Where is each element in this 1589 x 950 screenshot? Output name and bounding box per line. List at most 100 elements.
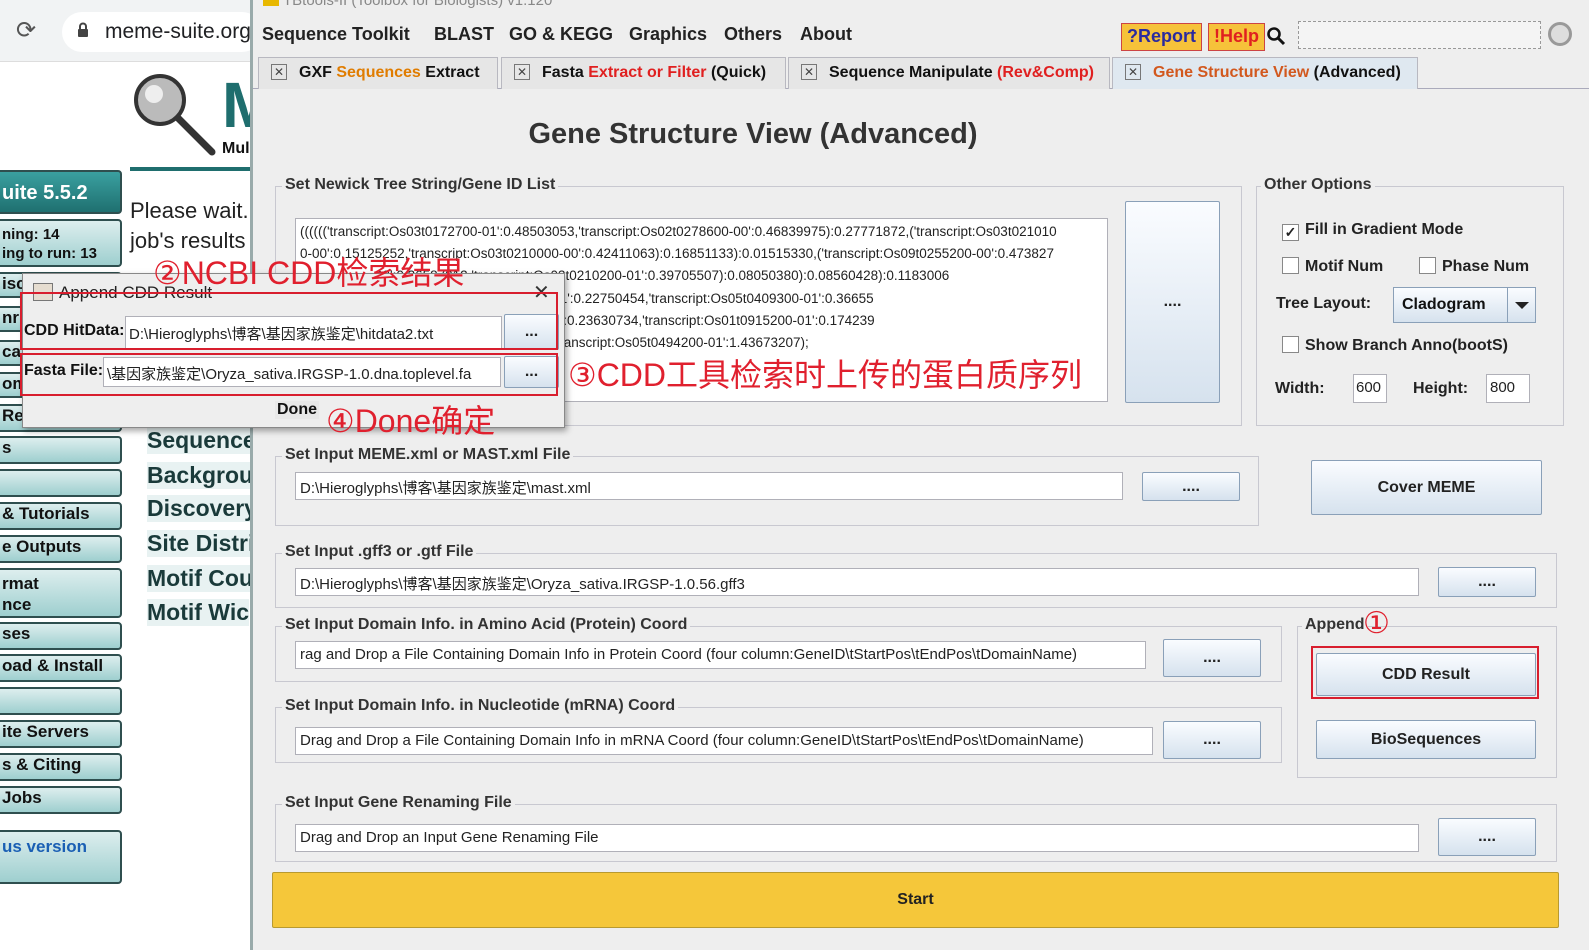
queue-status: ning: 14 ing to run: 13 — [0, 219, 122, 267]
width-input[interactable]: 600 — [1353, 374, 1387, 403]
side-item[interactable]: ite Servers — [0, 720, 122, 748]
side-item[interactable]: ses — [0, 622, 122, 650]
newick-legend: Set Newick Tree String/Gene ID List — [282, 176, 559, 194]
section-link[interactable]: Backgrou — [147, 462, 254, 489]
rename-file-input[interactable]: Drag and Drop an Input Gene Renaming Fil… — [295, 824, 1419, 852]
branch-anno-checkbox[interactable]: Show Branch Anno(bootS) — [1282, 336, 1508, 355]
gradient-checkbox[interactable]: ✓ Fill in Gradient Mode — [1282, 221, 1463, 241]
section-link[interactable]: Site Distri — [147, 530, 255, 557]
tab-gxf-extract[interactable]: ✕ GXF Sequences Extract — [258, 57, 498, 89]
side-item[interactable]: s — [0, 436, 122, 464]
aa-domain-legend: Set Input Domain Info. in Amino Acid (Pr… — [282, 616, 691, 634]
reload-icon[interactable]: ⟳ — [16, 16, 36, 45]
menu-blast[interactable]: BLAST — [434, 24, 494, 45]
tab-label: Extract — [420, 64, 480, 81]
phase-num-checkbox[interactable]: Phase Num — [1419, 257, 1529, 276]
tree-layout-select[interactable]: Cladogram — [1393, 287, 1536, 323]
aa-domain-input[interactable]: rag and Drop a File Containing Domain In… — [295, 641, 1146, 669]
close-icon[interactable]: ✕ — [271, 64, 287, 80]
tab-sequence-manipulate[interactable]: ✕ Sequence Manipulate (Rev&Comp) — [788, 57, 1110, 89]
tab-label: Extract or Filter — [588, 64, 707, 81]
highlight-fasta — [20, 353, 558, 396]
biosequences-button[interactable]: BioSequences — [1316, 720, 1536, 759]
height-input[interactable]: 800 — [1486, 374, 1530, 403]
side-item-format[interactable]: rmat nce — [0, 568, 122, 618]
tab-gene-structure-view[interactable]: ✕ Gene Structure View (Advanced) — [1112, 57, 1418, 89]
newick-browse-button[interactable]: .... — [1125, 201, 1220, 403]
append-legend: Append — [1302, 616, 1368, 634]
side-item-label: nce — [2, 595, 32, 614]
checkmark-icon: ✓ — [1282, 224, 1299, 241]
logo-rule — [130, 167, 260, 171]
browser-window: ⟳ meme-suite.org M Mul uite 5.5.2 ning: … — [0, 0, 260, 950]
start-button[interactable]: Start — [272, 872, 1559, 928]
menu-others[interactable]: Others — [724, 24, 782, 45]
section-link[interactable]: Motif Wic — [147, 599, 249, 626]
tab-label: GXF — [299, 64, 337, 81]
wait-message: Please wait. — [130, 198, 249, 223]
nt-domain-legend: Set Input Domain Info. in Nucleotide (mR… — [282, 697, 679, 715]
side-item[interactable]: e Outputs — [0, 535, 122, 563]
checkbox-label: Fill in Gradient Mode — [1305, 221, 1464, 238]
done-button[interactable]: Done — [275, 401, 319, 419]
gff-browse-button[interactable]: .... — [1438, 567, 1536, 597]
tree-layout-label: Tree Layout: — [1276, 295, 1372, 312]
menu-go-kegg[interactable]: GO & KEGG — [509, 24, 613, 45]
nt-domain-browse-button[interactable]: .... — [1163, 721, 1261, 759]
chevron-down-icon[interactable] — [1507, 288, 1535, 322]
tab-fasta-extract[interactable]: ✕ Fasta Extract or Filter (Quick) — [501, 57, 786, 89]
report-button[interactable]: ?Report — [1121, 23, 1202, 51]
meme-browse-button[interactable]: .... — [1142, 472, 1240, 501]
app-icon — [263, 0, 279, 6]
help-button[interactable]: !Help — [1208, 23, 1265, 51]
aa-domain-browse-button[interactable]: .... — [1163, 639, 1261, 677]
close-icon[interactable]: ✕ — [801, 64, 817, 80]
settings-icon[interactable] — [1548, 22, 1572, 46]
tab-label: (Advanced) — [1309, 64, 1401, 81]
suite-version-label[interactable]: uite 5.5.2 — [0, 170, 122, 214]
window-title: TBtools-II (Toolbox for Biologists) v1.1… — [283, 0, 553, 9]
close-icon[interactable]: ✕ — [1125, 64, 1141, 80]
annotation-step-4: ④Done确定 — [326, 403, 496, 439]
rename-browse-button[interactable]: .... — [1438, 818, 1536, 856]
checkbox-label: Show Branch Anno(bootS) — [1305, 337, 1508, 354]
annotation-step-1: ① — [1363, 607, 1390, 640]
tbtools-window: TBtools-II (Toolbox for Biologists) v1.1… — [250, 0, 1589, 950]
search-input[interactable] — [1298, 21, 1541, 49]
close-icon[interactable]: ✕ — [514, 64, 530, 80]
gff-file-input[interactable]: D:\Hieroglyphs\博客\基因家族鉴定\Oryza_sativa.IR… — [295, 568, 1419, 596]
tab-label: Gene Structure View — [1153, 64, 1310, 81]
menu-bar: Sequence Toolkit BLAST GO & KEGG Graphic… — [253, 18, 1589, 52]
gff-legend: Set Input .gff3 or .gtf File — [282, 543, 477, 561]
meme-file-input[interactable]: D:\Hieroglyphs\博客\基因家族鉴定\mast.xml — [295, 472, 1123, 500]
queue-waiting: ing to run: 13 — [2, 245, 97, 262]
address-bar: ⟳ meme-suite.org — [0, 0, 260, 62]
tab-bar: ✕ GXF Sequences Extract ✕ Fasta Extract or… — [253, 57, 1589, 89]
side-item[interactable]: oad & Install — [0, 654, 122, 682]
motif-num-checkbox[interactable]: Motif Num — [1282, 257, 1383, 276]
section-link[interactable]: Motif Cou — [147, 565, 254, 592]
side-item[interactable]: Jobs — [0, 786, 122, 814]
menu-graphics[interactable]: Graphics — [629, 24, 707, 45]
section-link[interactable]: Sequence — [147, 427, 256, 454]
side-item[interactable]: & Tutorials — [0, 502, 122, 530]
rename-legend: Set Input Gene Renaming File — [282, 794, 515, 812]
side-item[interactable] — [0, 469, 122, 497]
side-item[interactable] — [0, 687, 122, 715]
annotation-step-3: ③CDD工具检索时上传的蛋白质序列 — [568, 357, 1083, 393]
nt-domain-input[interactable]: Drag and Drop a File Containing Domain I… — [295, 727, 1153, 755]
meme-logo-icon — [130, 70, 220, 164]
highlight-hitdata — [20, 292, 558, 350]
side-item[interactable]: s & Citing — [0, 753, 122, 781]
highlight-cdd-result — [1311, 646, 1539, 699]
tab-label: Sequence Manipulate — [829, 64, 998, 81]
section-link[interactable]: Discovery — [147, 495, 257, 522]
other-options-legend: Other Options — [1261, 176, 1375, 194]
menu-sequence-toolkit[interactable]: Sequence Toolkit — [262, 24, 410, 45]
meme-legend: Set Input MEME.xml or MAST.xml File — [282, 446, 574, 464]
url-text: meme-suite.org — [105, 20, 251, 43]
search-icon[interactable] — [1266, 26, 1286, 50]
cover-meme-button[interactable]: Cover MEME — [1311, 460, 1542, 515]
side-item[interactable]: us version — [0, 830, 122, 884]
menu-about[interactable]: About — [800, 24, 852, 45]
